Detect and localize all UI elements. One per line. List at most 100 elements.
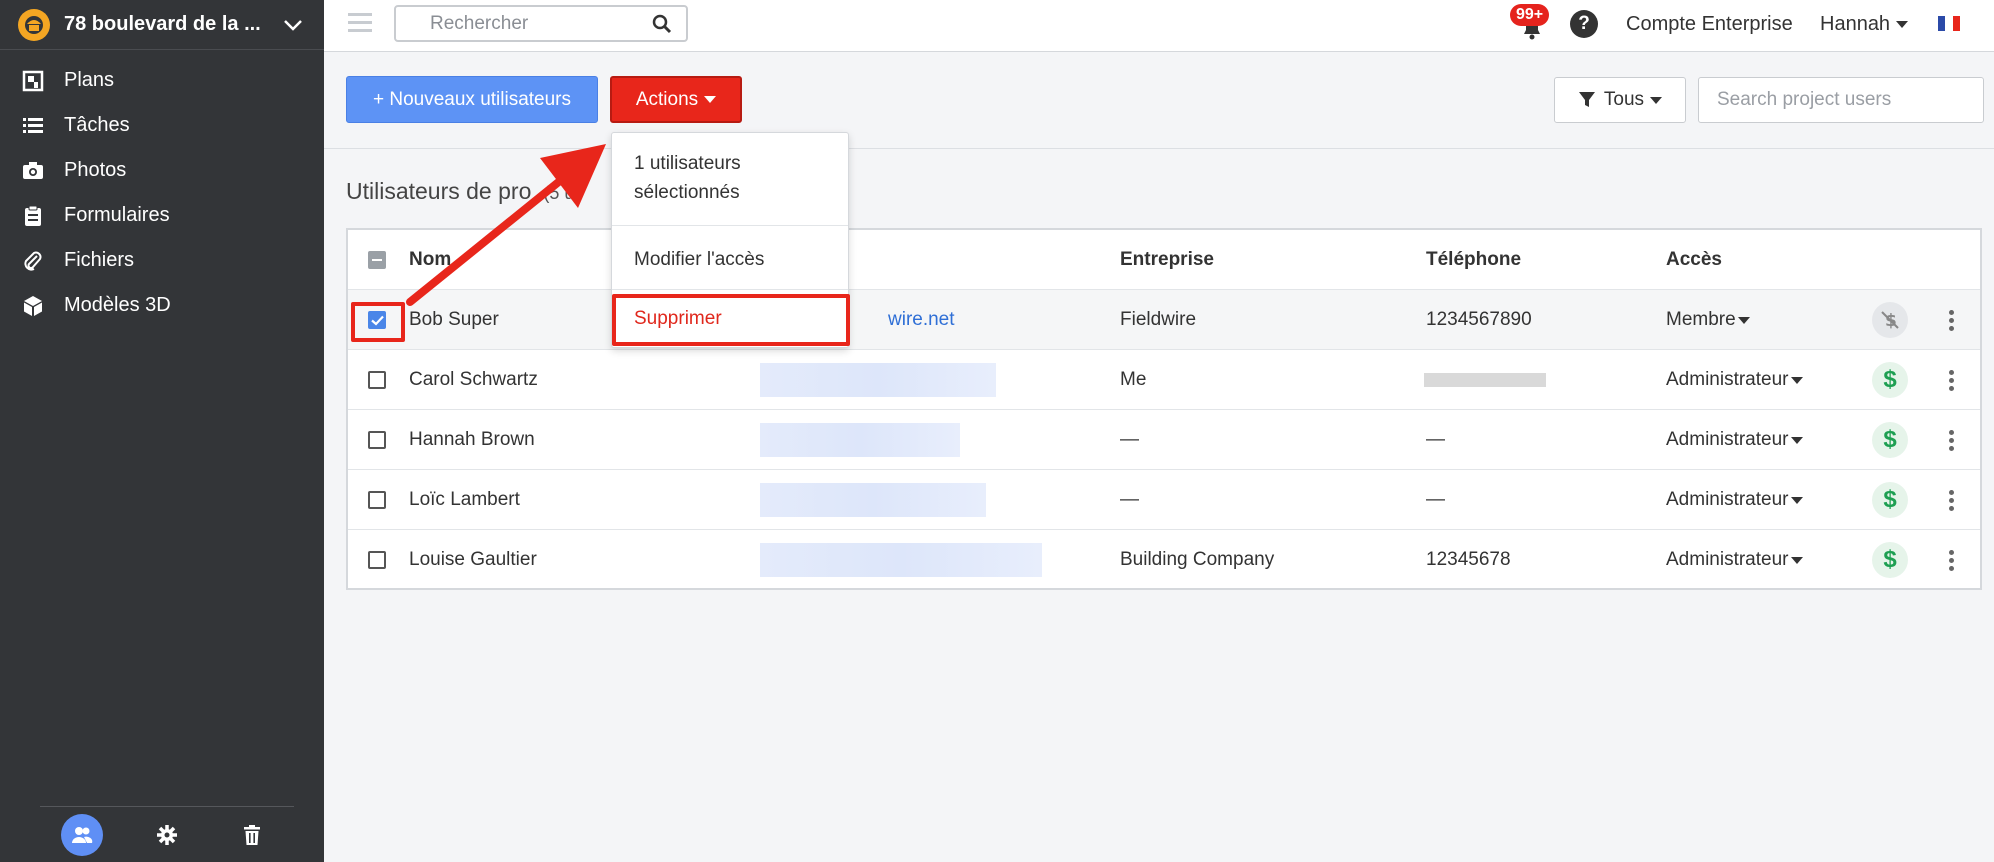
sidebar-item-plans[interactable]: Plans (0, 58, 324, 103)
caret-down-icon (704, 96, 717, 103)
sidebar-item-fichiers[interactable]: Fichiers (0, 238, 324, 283)
project-selector[interactable]: 78 boulevard de la ... (0, 0, 324, 50)
filter-dropdown[interactable]: Tous (1554, 77, 1686, 123)
sidebar-item-photos[interactable]: Photos (0, 148, 324, 193)
user-email[interactable]: wire.net (888, 290, 955, 350)
sidebar-item-taches[interactable]: Tâches (0, 103, 324, 148)
sidebar-nav: Plans Tâches Photos Formulaires Fichiers… (0, 58, 324, 328)
help-icon[interactable]: ? (1570, 10, 1598, 38)
column-header-access[interactable]: Accès (1666, 230, 1722, 290)
users-icon (72, 826, 93, 843)
more-options-icon[interactable] (1948, 369, 1954, 391)
selected-count-line: 1 utilisateurs (634, 153, 741, 174)
project-users-search-input[interactable]: Search project users (1698, 77, 1984, 123)
search-icon[interactable] (652, 14, 672, 34)
access-dropdown[interactable]: Administrateur (1666, 350, 1803, 410)
sidebar-item-label: Photos (64, 159, 127, 181)
camera-icon (23, 161, 43, 179)
user-company: Fieldwire (1120, 309, 1197, 330)
account-link[interactable]: Compte Enterprise (1626, 13, 1793, 36)
table-row[interactable]: Bob Super wire.net Fieldwire 1234567890 … (348, 290, 1980, 350)
sidebar-item-formulaires[interactable]: Formulaires (0, 193, 324, 238)
billing-off-icon[interactable]: $ (1872, 302, 1908, 338)
user-menu[interactable]: Hannah (1820, 13, 1909, 36)
cube-icon (24, 295, 42, 316)
caret-down-icon (1790, 376, 1803, 384)
more-options-icon[interactable] (1948, 309, 1954, 331)
chevron-down-icon[interactable] (280, 12, 306, 38)
plans-icon (22, 70, 44, 91)
page-title: Utilisateurs de pro (5 u (346, 178, 574, 205)
user-company: — (1120, 429, 1139, 450)
select-all-checkbox[interactable] (368, 251, 386, 269)
caret-down-icon (1790, 496, 1803, 504)
billing-icon[interactable]: $ (1872, 422, 1908, 458)
access-level: Membre (1666, 309, 1736, 330)
sidebar-footer (40, 806, 294, 862)
billing-icon[interactable]: $ (1872, 482, 1908, 518)
caret-down-icon (1896, 21, 1909, 29)
trash-button[interactable] (231, 814, 273, 856)
global-search-input[interactable]: Rechercher (394, 5, 688, 42)
table-row[interactable]: Louise Gaultier Building Company 1234567… (348, 530, 1980, 590)
column-header-name[interactable]: Nom (409, 230, 451, 290)
user-name: Louise Gaultier (409, 549, 537, 570)
sidebar: 78 boulevard de la ... Plans Tâches Phot… (0, 0, 324, 862)
caret-down-icon (1737, 316, 1750, 324)
access-level: Administrateur (1666, 369, 1789, 390)
column-header-company[interactable]: Entreprise (1120, 230, 1214, 290)
column-header-phone[interactable]: Téléphone (1426, 230, 1521, 290)
users-button[interactable] (61, 813, 104, 856)
billing-icon[interactable]: $ (1872, 542, 1908, 578)
caret-down-icon (1790, 436, 1803, 444)
redacted-email (760, 543, 1042, 577)
table-row[interactable]: Carol Schwartz Me Administrateur $ (348, 350, 1980, 410)
trash-icon (243, 824, 260, 845)
section-title-text: Utilisateurs de pro (346, 178, 532, 204)
more-options-icon[interactable] (1948, 489, 1954, 511)
row-checkbox[interactable] (368, 431, 386, 449)
table-row[interactable]: Hannah Brown — — Administrateur $ (348, 410, 1980, 470)
list-icon (23, 117, 43, 133)
french-flag-icon[interactable] (1938, 16, 1960, 31)
actions-button[interactable]: Actions (610, 76, 742, 123)
user-count: (5 u (543, 183, 575, 203)
access-dropdown[interactable]: Administrateur (1666, 530, 1803, 590)
caret-down-icon (1650, 96, 1663, 104)
modify-access-menu-item[interactable]: Modifier l'accès (612, 233, 848, 287)
user-company: — (1120, 489, 1139, 510)
access-level: Administrateur (1666, 489, 1789, 510)
user-name: Hannah Brown (409, 429, 535, 450)
redacted-email (760, 363, 996, 397)
divider (324, 148, 1994, 149)
access-dropdown[interactable]: Administrateur (1666, 470, 1803, 530)
actions-label: Actions (635, 88, 699, 110)
caret-down-icon (1790, 556, 1803, 564)
access-level: Administrateur (1666, 429, 1789, 450)
more-options-icon[interactable] (1948, 429, 1954, 451)
hamburger-menu-icon[interactable] (348, 13, 372, 33)
user-company: Me (1120, 369, 1147, 390)
user-name: Carol Schwartz (409, 369, 538, 390)
sidebar-item-modeles-3d[interactable]: Modèles 3D (0, 283, 324, 328)
menu-divider (612, 225, 848, 226)
notification-badge: 99+ (1510, 4, 1550, 26)
table-row[interactable]: Loïc Lambert — — Administrateur $ (348, 470, 1980, 530)
access-dropdown[interactable]: Administrateur (1666, 410, 1803, 470)
search-placeholder: Rechercher (430, 12, 529, 34)
filter-icon (1578, 92, 1595, 107)
billing-icon[interactable]: $ (1872, 362, 1908, 398)
more-options-icon[interactable] (1948, 549, 1954, 571)
row-checkbox[interactable] (368, 551, 386, 569)
add-users-button[interactable]: + Nouveaux utilisateurs (346, 76, 598, 123)
settings-button[interactable] (146, 814, 188, 856)
project-name: 78 boulevard de la ... (64, 13, 261, 35)
checkbox-highlight (351, 302, 405, 342)
row-checkbox[interactable] (368, 491, 386, 509)
delete-highlight (612, 294, 850, 346)
row-checkbox[interactable] (368, 371, 386, 389)
user-company: Building Company (1120, 549, 1275, 570)
access-dropdown[interactable]: Membre (1666, 290, 1750, 350)
filter-label: Tous (1603, 89, 1645, 110)
sidebar-item-label: Tâches (64, 114, 130, 136)
